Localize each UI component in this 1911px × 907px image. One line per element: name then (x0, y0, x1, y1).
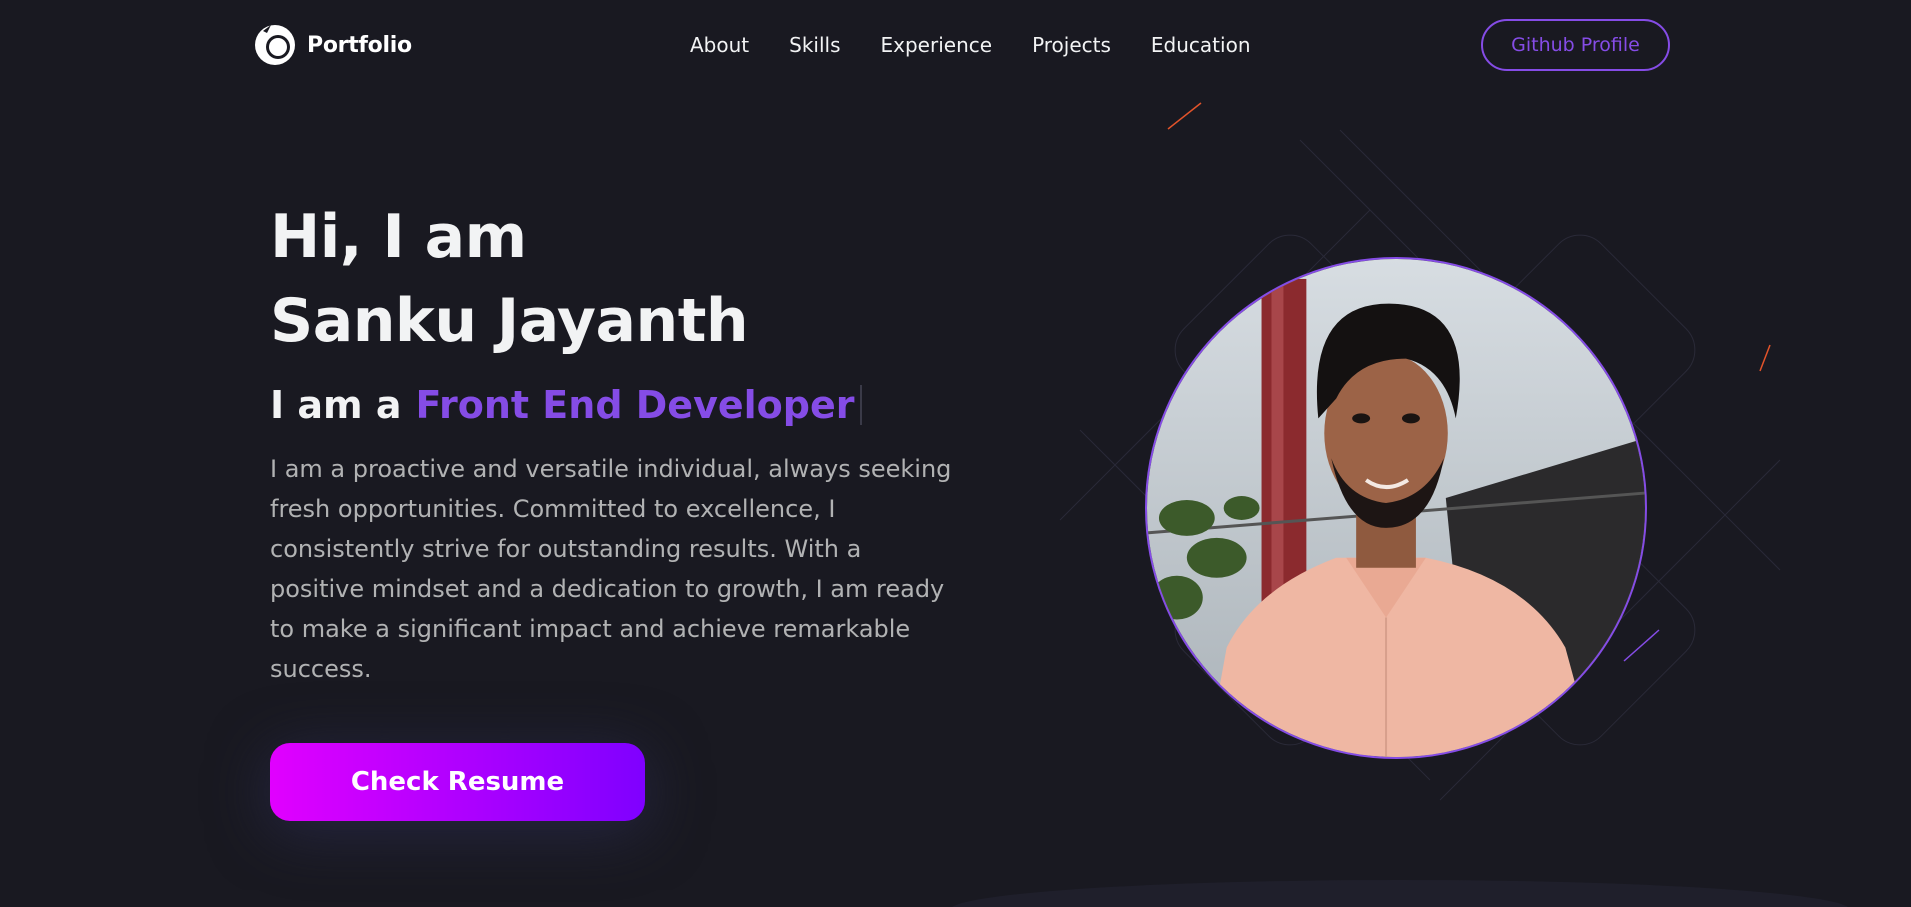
logo-text: Portfolio (307, 32, 412, 58)
spark-decoration (1167, 102, 1202, 130)
profile-photo (1145, 257, 1647, 759)
hero-text: Hi, I am Sanku Jayanth I am a Front End … (270, 195, 990, 689)
nav-link-projects[interactable]: Projects (1012, 33, 1131, 57)
typing-caret (860, 385, 863, 425)
logo-link[interactable]: Portfolio (253, 23, 412, 67)
nav-link-about[interactable]: About (670, 33, 769, 57)
hero-title-line1: Hi, I am (270, 202, 527, 272)
spark-decoration (1759, 344, 1771, 372)
hero-bio: I am a proactive and versatile individua… (270, 455, 952, 683)
role-typed: Front End Developer (415, 383, 855, 427)
hero-title-name: Sanku Jayanth (270, 286, 749, 356)
navbar: Portfolio About Skills Experience Projec… (0, 0, 1911, 90)
nav-link-experience[interactable]: Experience (861, 33, 1013, 57)
hero-title: Hi, I am Sanku Jayanth (270, 195, 990, 363)
role-typewriter: I am a Front End Developer (270, 381, 990, 429)
github-profile-button[interactable]: Github Profile (1481, 19, 1670, 71)
bottom-glow (950, 880, 1850, 907)
check-resume-button[interactable]: Check Resume (270, 743, 645, 821)
nav-link-education[interactable]: Education (1131, 33, 1271, 57)
role-prefix: I am a (270, 383, 402, 427)
profile-illustration (1147, 259, 1645, 757)
nav-link-skills[interactable]: Skills (769, 33, 860, 57)
nav-links: About Skills Experience Projects Educati… (670, 30, 1271, 60)
spark-decoration (1623, 629, 1660, 662)
portfolio-logo-icon (255, 25, 295, 65)
